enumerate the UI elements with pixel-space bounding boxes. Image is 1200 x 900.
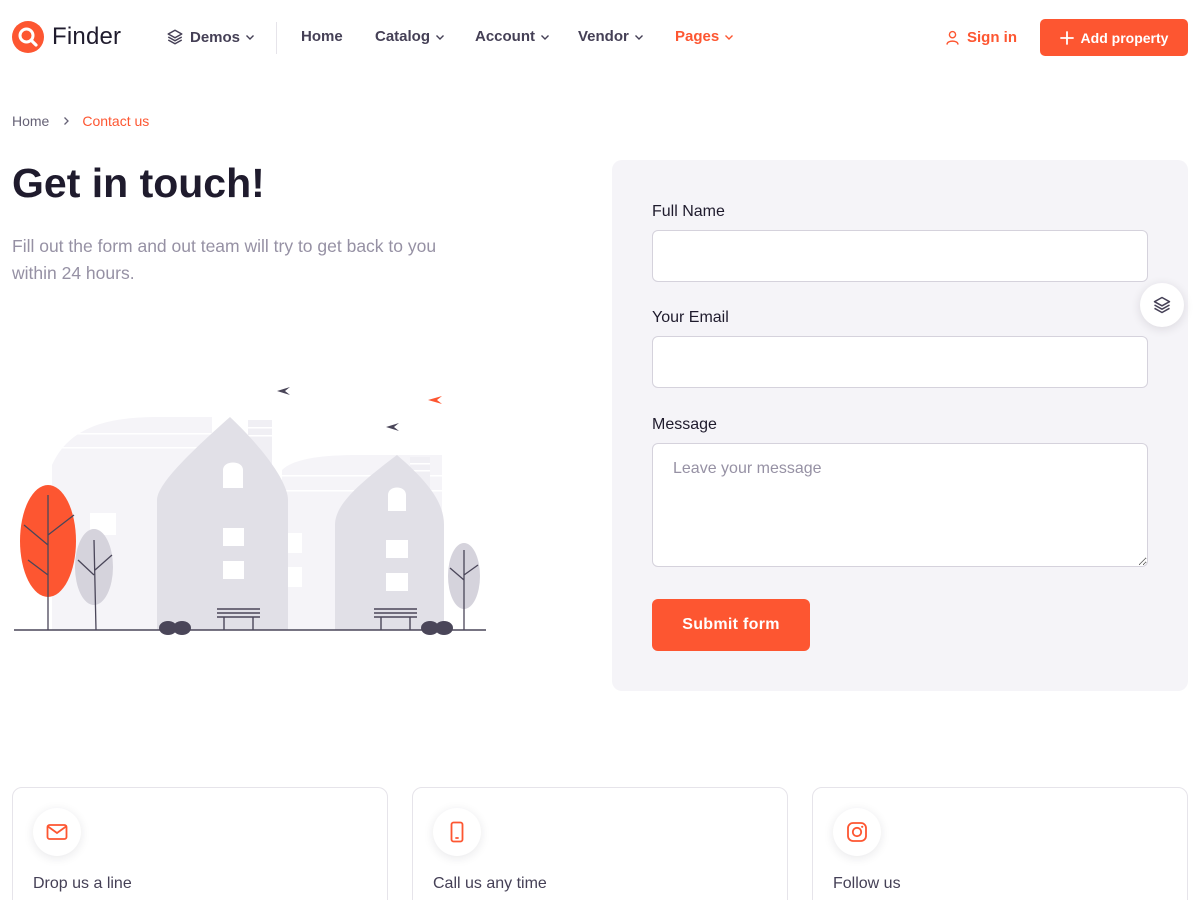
site-header: Finder Demos Home Catalog Account Vendor bbox=[0, 0, 1200, 76]
full-name-input[interactable] bbox=[652, 230, 1148, 282]
plus-icon bbox=[1059, 30, 1074, 45]
breadcrumb-current: Contact us bbox=[82, 113, 150, 129]
contact-card-email[interactable]: Drop us a line bbox=[12, 787, 388, 900]
nav-item-catalog[interactable]: Catalog bbox=[375, 28, 445, 45]
instagram-icon bbox=[847, 822, 867, 842]
chevron-down-icon bbox=[725, 34, 734, 40]
chevron-down-icon bbox=[541, 34, 549, 40]
nav-item-home[interactable]: Home bbox=[301, 28, 343, 45]
email-input[interactable] bbox=[652, 336, 1148, 388]
phone-icon bbox=[450, 821, 464, 843]
nav-item-label: Home bbox=[301, 28, 343, 45]
breadcrumb-home[interactable]: Home bbox=[12, 113, 49, 129]
add-property-button[interactable]: Add property bbox=[1040, 19, 1188, 56]
user-icon bbox=[946, 30, 959, 45]
contact-card-social[interactable]: Follow us bbox=[812, 787, 1188, 900]
nav-item-label: Pages bbox=[675, 28, 720, 45]
contact-icon-wrap bbox=[433, 808, 481, 856]
message-textarea[interactable] bbox=[652, 443, 1148, 567]
chevron-right-icon bbox=[64, 117, 70, 125]
nav-item-label: Catalog bbox=[375, 28, 431, 45]
breadcrumb: Home Contact us bbox=[12, 113, 149, 129]
chevron-down-icon bbox=[634, 34, 643, 40]
contact-form: Full Name Your Email Message Submit form bbox=[612, 160, 1188, 691]
contact-card-title: Follow us bbox=[833, 875, 901, 892]
floating-layers-button[interactable] bbox=[1140, 283, 1184, 327]
submit-button[interactable]: Submit form bbox=[652, 599, 810, 651]
nav-item-label: Account bbox=[475, 28, 535, 45]
main-nav: Home Catalog Account Vendor Pages bbox=[0, 28, 1200, 48]
add-property-label: Add property bbox=[1080, 29, 1169, 46]
contact-card-title: Drop us a line bbox=[33, 875, 132, 892]
email-label: Your Email bbox=[652, 309, 729, 326]
message-label: Message bbox=[652, 416, 717, 433]
nav-item-vendor[interactable]: Vendor bbox=[578, 28, 644, 45]
contact-icon-wrap bbox=[33, 808, 81, 856]
full-name-label: Full Name bbox=[652, 203, 725, 220]
nav-item-account[interactable]: Account bbox=[475, 28, 550, 45]
city-illustration bbox=[14, 387, 486, 635]
contact-icon-wrap bbox=[833, 808, 881, 856]
mail-icon bbox=[46, 824, 68, 840]
contact-card-title: Call us any time bbox=[433, 875, 547, 892]
page-subtitle: Fill out the form and out team will try … bbox=[12, 236, 437, 283]
contact-card-phone[interactable]: Call us any time bbox=[412, 787, 788, 900]
page-title: Get in touch! bbox=[12, 160, 265, 206]
nav-item-label: Vendor bbox=[578, 28, 629, 45]
nav-item-pages[interactable]: Pages bbox=[675, 28, 734, 45]
sign-in-label: Sign in bbox=[967, 29, 1017, 46]
chevron-down-icon bbox=[436, 34, 445, 40]
layers-icon bbox=[1153, 296, 1171, 314]
sign-in-link[interactable]: Sign in bbox=[945, 29, 1017, 46]
